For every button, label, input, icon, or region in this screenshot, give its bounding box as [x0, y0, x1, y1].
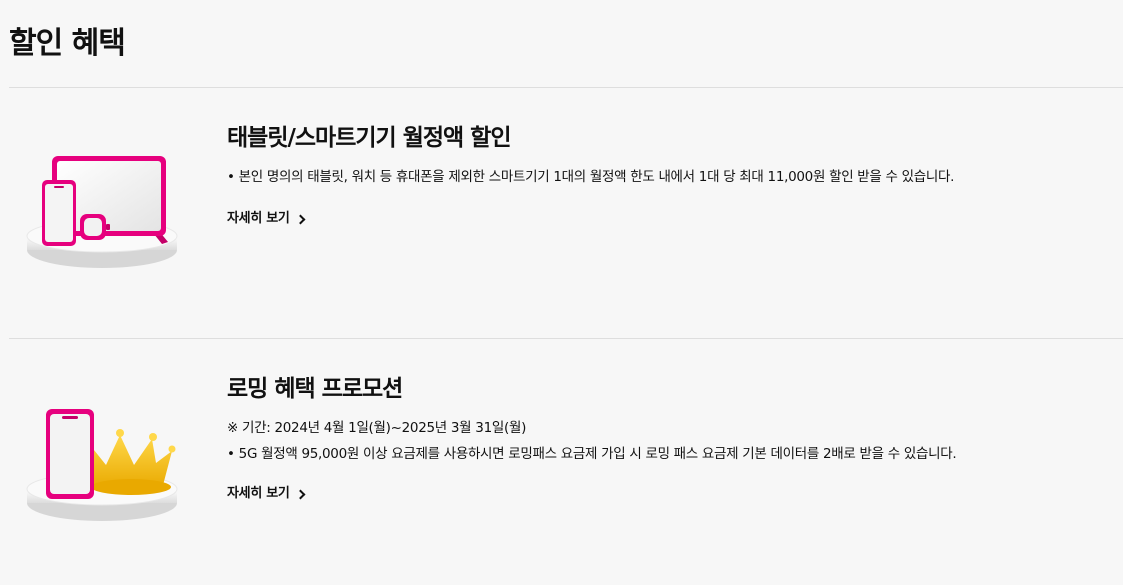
more-details-label: 자세히 보기 [227, 211, 290, 226]
card-content: 태블릿/스마트기기 월정액 할인 • 본인 명의의 태블릿, 워치 등 휴대폰을… [227, 122, 1113, 228]
card-description: • 본인 명의의 태블릿, 워치 등 휴대폰을 제외한 스마트기기 1대의 월정… [227, 169, 955, 185]
phone-crown-icon [22, 403, 182, 527]
more-details-link[interactable]: 자세히 보기 [227, 485, 305, 503]
card-description: • 5G 월정액 95,000원 이상 요금제를 사용하시면 로밍패스 요금제 … [227, 446, 957, 462]
chevron-right-icon [295, 489, 305, 499]
chevron-right-icon [295, 214, 305, 224]
promotion-period: ※ 기간: 2024년 4월 1일(월)~2025년 3월 31일(월) [227, 420, 527, 436]
page: 할인 혜택 태블릿/스마트기기 월정액 할인 • 본인 명의의 태블릿, 워치 … [0, 0, 1123, 585]
card-title: 태블릿/스마트기기 월정액 할인 [227, 125, 512, 151]
benefit-card-tablet: 태블릿/스마트기기 월정액 할인 • 본인 명의의 태블릿, 워치 등 휴대폰을… [0, 88, 1123, 338]
more-details-label: 자세히 보기 [227, 486, 290, 501]
page-title: 할인 혜택 [9, 26, 126, 61]
tablet-phone-watch-icon [22, 150, 182, 274]
card-title: 로밍 혜택 프로모션 [227, 376, 403, 402]
benefit-card-roaming: 로밍 혜택 프로모션 ※ 기간: 2024년 4월 1일(월)~2025년 3월… [0, 339, 1123, 585]
more-details-link[interactable]: 자세히 보기 [227, 210, 305, 228]
card-content: 로밍 혜택 프로모션 ※ 기간: 2024년 4월 1일(월)~2025년 3월… [227, 373, 1113, 503]
